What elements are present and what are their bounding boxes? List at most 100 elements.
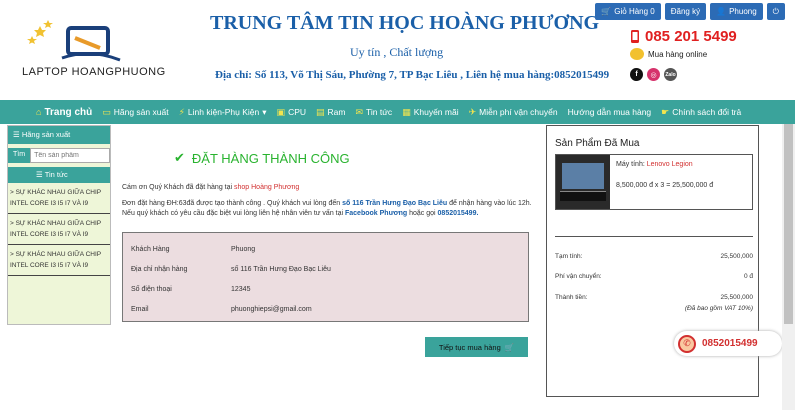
order-info-text: Đơn đặt hàng ĐH:63đã được tạo thành công… (122, 200, 343, 207)
info-label: Số điện thoại (131, 285, 172, 293)
laptop-icon: ▭ (102, 106, 111, 117)
facebook-icon[interactable]: f (630, 68, 643, 81)
scrollbar[interactable] (782, 124, 795, 410)
nav-promo[interactable]: ▦ Khuyến mãi (397, 107, 463, 118)
facebook-link[interactable]: Facebook Phương (345, 210, 407, 217)
chevron-down-icon: ▾ (262, 106, 267, 117)
thanks-prefix: Cám ơn Quý Khách đã đặt hàng tại (122, 184, 234, 191)
continue-shopping-button[interactable]: Tiếp tục mua hàng 🛒 (425, 337, 528, 357)
product-prefix: Máy tính: (616, 161, 647, 168)
floating-phone-number: 0852015499 (702, 338, 758, 349)
cart-summary: Sản Phẩm Đã Mua Máy tính: Lenovo Legion … (546, 125, 759, 397)
list-icon: ☰ (13, 130, 20, 139)
search-input[interactable] (30, 148, 111, 163)
nav-ram[interactable]: ▤ Ram (311, 107, 350, 118)
subtotal-value: 25,500,000 (720, 253, 753, 260)
nav-home[interactable]: ⌂ Trang chủ (0, 107, 97, 118)
list-item[interactable]: > SỰ KHÁC NHAU GIỮA CHIP INTEL CORE I3 I… (8, 183, 110, 214)
total-row: Thành tiền: 25,500,000 (555, 294, 753, 301)
user-icon: 👤 (716, 7, 727, 16)
shipping-value: 0 đ (743, 273, 753, 280)
total-value: 25,500,000 (720, 294, 753, 301)
thanks-text: Cám ơn Quý Khách đã đặt hàng tại shop Ho… (122, 184, 299, 191)
order-info-text: Nếu quý khách có yêu cầu đặc biệt vui lò… (122, 210, 345, 217)
nav-label: Miễn phí vận chuyển (479, 107, 558, 117)
gift-icon: ▦ (402, 106, 411, 117)
phone-icon (631, 30, 639, 43)
nav-guide[interactable]: Hướng dẫn mua hàng (563, 107, 657, 117)
order-info-text: hoặc gọi (407, 210, 438, 217)
hotline-number: 085 201 5499 (645, 28, 737, 45)
nav-label: Hướng dẫn mua hàng (567, 107, 652, 117)
slogan: Uy tín , Chất lượng (350, 45, 444, 59)
product-image[interactable] (556, 155, 610, 209)
pickup-address: số 116 Trần Hưng Đạo Bạc Liêu (342, 200, 448, 207)
total-label: Thành tiền: (555, 294, 588, 301)
product-model[interactable]: Lenovo Legion (647, 161, 693, 168)
cart-title: Sản Phẩm Đã Mua (555, 138, 640, 149)
cart-icon: 🛒 (601, 7, 612, 16)
social-links: f ◎ Zalo (630, 68, 677, 81)
bolt-icon: ⚡ (178, 106, 185, 117)
cart-button-label: Giỏ Hàng 0 (614, 7, 655, 16)
shop-name: shop Hoàng Phương (234, 184, 300, 191)
subtotal-label: Tạm tính: (555, 253, 583, 260)
phone-icon: ✆ (678, 334, 696, 353)
info-value: phuonghiepsi@gmail.com (231, 305, 312, 313)
user-button[interactable]: 👤 Phuong (710, 3, 763, 20)
scrollbar-thumb[interactable] (784, 124, 793, 324)
nav-accessories[interactable]: ⚡ Linh kiện-Phụ Kiện ▾ (174, 107, 272, 118)
info-label: Khách Hàng (131, 245, 170, 253)
home-icon: ⌂ (36, 107, 42, 117)
nav-brands[interactable]: ▭ Hãng sản xuất (97, 107, 173, 118)
cpu-icon: ▣ (276, 106, 286, 117)
ram-icon: ▤ (316, 106, 325, 117)
power-button[interactable]: ⏻ (766, 3, 785, 20)
sidebar-news-label: Tin tức (44, 170, 68, 179)
floating-call-button[interactable]: ✆ 0852015499 (674, 331, 782, 356)
check-icon: ✔ (174, 150, 185, 165)
sidebar: ☰ Hãng sản xuất Tìm ☰ Tin tức > SỰ KHÁC … (7, 125, 111, 325)
sidebar-news-head: ☰ Tin tức (8, 167, 110, 183)
success-message: ✔ ĐẶT HÀNG THÀNH CÔNG (174, 150, 350, 166)
nav-label: Hãng sản xuất (113, 107, 169, 117)
order-info-text: để nhận hàng vào lúc 12h. (447, 200, 532, 207)
nav-free-shipping[interactable]: ✈ Miễn phí vận chuyển (464, 107, 563, 118)
info-row: Khách Hàng Phuong (131, 239, 520, 259)
top-buttons: 🛒 Giỏ Hàng 0 Đăng ký 👤 Phuong ⏻ (595, 3, 785, 20)
logo-text: LAPTOP HOANGPHUONG (22, 66, 166, 78)
product-price: 8,500,000 đ x 3 = 25,500,000 đ (616, 182, 714, 189)
cart-button[interactable]: 🛒 Giỏ Hàng 0 (595, 3, 661, 20)
online-icon (630, 48, 644, 60)
subtotal-row: Tạm tính: 25,500,000 (555, 253, 753, 260)
online-order[interactable]: Mua hàng online (630, 48, 707, 60)
instagram-icon[interactable]: ◎ (647, 68, 660, 81)
list-item[interactable]: > SỰ KHÁC NHAU GIỮA CHIP INTEL CORE I3 I… (8, 245, 110, 276)
vat-note: (Đã bao gồm VAT 10%) (684, 305, 753, 312)
mail-icon: ✉ (355, 106, 364, 117)
user-button-label: Phuong (729, 7, 757, 16)
hotline[interactable]: 085 201 5499 (630, 28, 737, 45)
info-label: Địa chỉ nhận hàng (131, 265, 188, 273)
zalo-icon[interactable]: Zalo (664, 68, 677, 81)
info-value: 12345 (231, 285, 251, 293)
info-value: Phuong (231, 245, 256, 253)
nav-label: CPU (288, 107, 307, 117)
nav-cpu[interactable]: ▣ CPU (272, 107, 311, 118)
info-row: Email phuonghiepsi@gmail.com (131, 299, 520, 319)
product-name: Máy tính: Lenovo Legion (616, 161, 713, 168)
info-value: số 116 Trần Hưng Đạo Bạc Liêu (231, 265, 331, 273)
list-item[interactable]: > SỰ KHÁC NHAU GIỮA CHIP INTEL CORE I3 I… (8, 214, 110, 245)
nav-label: Khuyến mãi (413, 107, 459, 117)
nav-label: Chính sách đổi trả (672, 107, 742, 117)
nav-return-policy[interactable]: ☛ Chính sách đổi trả (656, 107, 746, 118)
register-button[interactable]: Đăng ký (664, 3, 707, 20)
success-text: ĐẶT HÀNG THÀNH CÔNG (191, 150, 350, 166)
continue-label: Tiếp tục mua hàng (438, 342, 501, 352)
nav-news[interactable]: ✉ Tin tức (350, 107, 397, 118)
contact-phone: 0852015499. (437, 210, 479, 217)
search-button[interactable]: Tìm (8, 148, 31, 163)
info-row: Địa chỉ nhận hàng số 116 Trần Hưng Đạo Bạ… (131, 259, 520, 279)
sidebar-brands-head[interactable]: ☰ Hãng sản xuất (8, 126, 110, 144)
online-label: Mua hàng online (648, 49, 708, 59)
